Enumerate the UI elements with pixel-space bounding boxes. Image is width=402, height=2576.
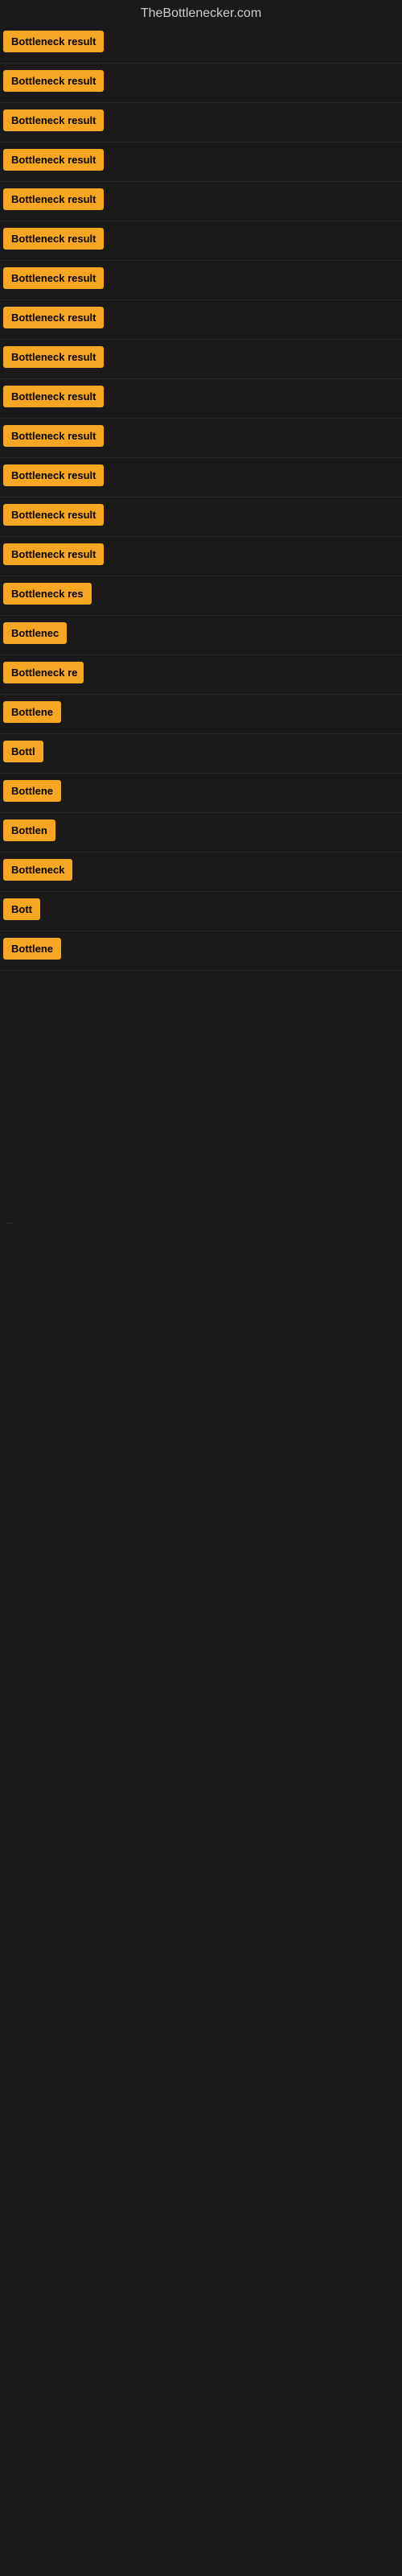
list-item: Bottleneck bbox=[0, 852, 402, 892]
list-item: Bottleneck result bbox=[0, 103, 402, 142]
bottleneck-badge[interactable]: Bott bbox=[3, 898, 40, 920]
list-item: Bott bbox=[0, 892, 402, 931]
list-item: Bottleneck result bbox=[0, 458, 402, 497]
bottleneck-badge[interactable]: Bottleneck result bbox=[3, 504, 104, 526]
bottleneck-badge[interactable]: Bottleneck result bbox=[3, 228, 104, 250]
bottleneck-badge[interactable]: Bottleneck result bbox=[3, 307, 104, 328]
list-item: Bottleneck result bbox=[0, 221, 402, 261]
bottleneck-badge[interactable]: Bottlenec bbox=[3, 622, 67, 644]
bottleneck-badge[interactable]: Bottleneck result bbox=[3, 267, 104, 289]
bottleneck-badge[interactable]: Bottleneck result bbox=[3, 464, 104, 486]
list-item: Bottlene bbox=[0, 774, 402, 813]
bottleneck-badge[interactable]: Bottleneck result bbox=[3, 149, 104, 171]
bottleneck-badge[interactable]: Bottleneck result bbox=[3, 425, 104, 447]
bottleneck-badge[interactable]: Bottlen bbox=[3, 819, 55, 841]
bottleneck-badge[interactable]: Bottleneck re bbox=[3, 662, 84, 683]
bottleneck-badge[interactable]: Bottlene bbox=[3, 938, 61, 960]
bottleneck-badge[interactable]: Bottleneck result bbox=[3, 188, 104, 210]
list-item: Bottleneck res bbox=[0, 576, 402, 616]
list-item: Bottleneck result bbox=[0, 340, 402, 379]
list-item: Bottleneck result bbox=[0, 64, 402, 103]
bottleneck-badge[interactable]: Bottleneck result bbox=[3, 346, 104, 368]
list-item: Bottleneck result bbox=[0, 261, 402, 300]
bottleneck-badge[interactable]: Bottleneck res bbox=[3, 583, 92, 605]
list-item: Bottleneck result bbox=[0, 379, 402, 419]
bottleneck-badge[interactable]: Bottleneck bbox=[3, 859, 72, 881]
bottleneck-badge[interactable]: Bottleneck result bbox=[3, 109, 104, 131]
bottleneck-badge[interactable]: Bottlene bbox=[3, 780, 61, 802]
list-item: Bottleneck result bbox=[0, 182, 402, 221]
bottleneck-badge[interactable]: Bottlene bbox=[3, 701, 61, 723]
list-item: Bottleneck result bbox=[0, 142, 402, 182]
bottleneck-badge[interactable]: Bottleneck result bbox=[3, 31, 104, 52]
list-item: Bottleneck result bbox=[0, 24, 402, 64]
list-item: Bottleneck re bbox=[0, 655, 402, 695]
footer-text: ... bbox=[3, 1214, 16, 1228]
list-item: Bottlenec bbox=[0, 616, 402, 655]
site-title: TheBottlenecker.com bbox=[0, 0, 402, 24]
list-item: Bottlen bbox=[0, 813, 402, 852]
bottleneck-badge[interactable]: Bottleneck result bbox=[3, 70, 104, 92]
list-item: Bottlene bbox=[0, 695, 402, 734]
list-item: Bottlene bbox=[0, 931, 402, 971]
list-item: Bottleneck result bbox=[0, 497, 402, 537]
bottleneck-badge[interactable]: Bottl bbox=[3, 741, 43, 762]
list-item: Bottleneck result bbox=[0, 300, 402, 340]
list-item: Bottleneck result bbox=[0, 419, 402, 458]
list-item: Bottleneck result bbox=[0, 537, 402, 576]
bottleneck-badge[interactable]: Bottleneck result bbox=[3, 386, 104, 407]
site-header: TheBottlenecker.com bbox=[0, 0, 402, 24]
bottleneck-badge[interactable]: Bottleneck result bbox=[3, 543, 104, 565]
results-list: Bottleneck result Bottleneck result Bottle… bbox=[0, 24, 402, 971]
list-item: Bottl bbox=[0, 734, 402, 774]
